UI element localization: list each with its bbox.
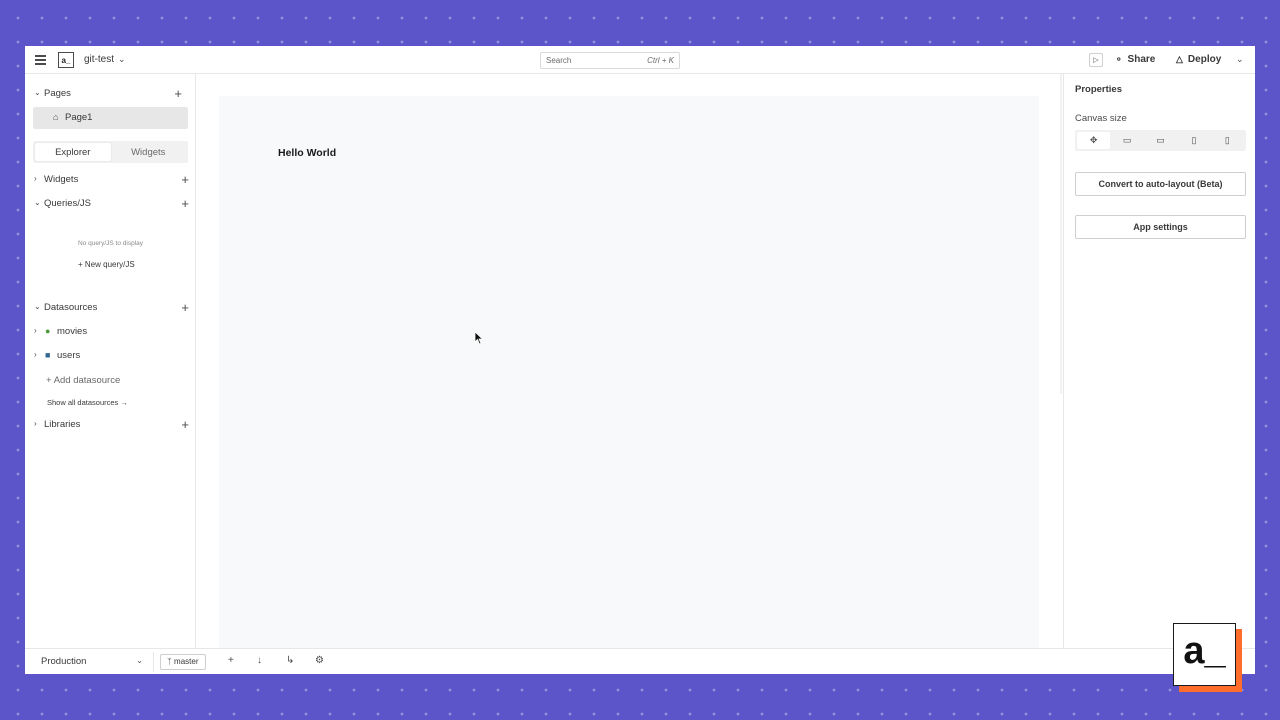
panel-resize-handle[interactable] — [1060, 74, 1062, 394]
tablet-icon[interactable]: ▯ — [1177, 132, 1210, 149]
widgets-label: Widgets — [44, 174, 79, 185]
datasource-item-users[interactable]: › ■ users — [25, 346, 196, 366]
queries-section-header[interactable]: ⌄ Queries/JS + — [25, 194, 196, 214]
datasources-label: Datasources — [44, 302, 98, 313]
add-page-icon[interactable]: + — [174, 86, 182, 101]
empty-queries-message: No query/JS to display — [77, 240, 144, 247]
properties-title: Properties — [1075, 84, 1122, 95]
add-query-icon[interactable]: + — [181, 196, 189, 211]
add-datasource-label: Add datasource — [53, 375, 121, 386]
pull-arrow-down-icon[interactable]: ↓ — [257, 655, 262, 666]
datasource-item-movies[interactable]: › ● movies — [25, 322, 196, 342]
page-label: Page1 — [65, 112, 93, 123]
explorer-widgets-toggle: Explorer Widgets — [33, 141, 188, 163]
mobile-icon[interactable]: ▯ — [1211, 132, 1244, 149]
chevron-right-icon: › — [34, 326, 37, 335]
plus-icon: + — [46, 375, 52, 386]
chevron-down-icon[interactable]: ⌄ — [118, 54, 126, 65]
chevron-down-icon: ⌄ — [136, 656, 143, 665]
app-name[interactable]: git-test — [84, 54, 114, 65]
convert-auto-layout-button[interactable]: Convert to auto-layout (Beta) — [1075, 172, 1246, 196]
datasource-label: users — [57, 350, 81, 361]
share-icon: ⚬ — [1115, 54, 1123, 64]
bottom-bar: Production ⌄ ᛉ master + ↓ ↳ ⚙ p — [25, 648, 1255, 674]
new-query-label: New query/JS — [84, 260, 135, 269]
plus-icon: + — [78, 260, 83, 269]
home-icon: ⌂ — [53, 112, 59, 122]
add-datasource-button[interactable]: + Add datasource — [46, 375, 120, 386]
git-branch-icon: ᛉ — [167, 657, 172, 666]
show-all-label: Show all datasources — [47, 398, 119, 407]
libraries-label: Libraries — [44, 419, 81, 430]
app-canvas[interactable]: Hello World — [219, 96, 1039, 648]
widgets-section-header[interactable]: › Widgets + — [25, 170, 196, 190]
show-all-datasources-link[interactable]: Show all datasources → — [47, 398, 128, 407]
chevron-right-icon: › — [34, 419, 37, 428]
pages-section-header[interactable]: ⌄ Pages + — [25, 84, 196, 104]
tab-explorer[interactable]: Explorer — [35, 143, 111, 161]
tablet-landscape-icon[interactable]: ▭ — [1144, 132, 1177, 149]
deploy-label: Deploy — [1187, 54, 1222, 65]
mouse-cursor-icon — [474, 331, 484, 345]
environment-select[interactable]: Production ⌄ — [33, 653, 148, 670]
branch-button[interactable]: ᛉ master — [160, 654, 206, 670]
share-label: Share — [1127, 54, 1156, 65]
merge-icon[interactable]: ↳ — [286, 655, 294, 666]
app-settings-button[interactable]: App settings — [1075, 215, 1246, 239]
chevron-right-icon: › — [34, 174, 37, 183]
rocket-icon: △ — [1176, 54, 1183, 64]
canvas-area: Hello World — [197, 74, 1062, 648]
arrow-right-icon: → — [120, 398, 128, 407]
watermark-logo: a_ — [1173, 623, 1236, 686]
datasource-label: movies — [57, 326, 88, 337]
search-placeholder: Search — [546, 56, 572, 65]
chevron-right-icon: › — [34, 350, 37, 359]
tab-widgets[interactable]: Widgets — [111, 143, 187, 161]
environment-label: Production — [41, 656, 87, 667]
explorer-sidebar: ⌄ Pages + ⌂ Page1 Explorer Widgets › Wid… — [25, 74, 196, 648]
deploy-button[interactable]: △ Deploy — [1176, 54, 1221, 65]
chevron-down-icon: ⌄ — [34, 88, 41, 97]
postgres-icon: ■ — [45, 350, 51, 360]
new-query-button[interactable]: + New query/JS — [78, 260, 135, 269]
add-library-icon[interactable]: + — [181, 417, 189, 432]
commit-plus-icon[interactable]: + — [228, 655, 234, 666]
datasources-section-header[interactable]: ⌄ Datasources + — [25, 298, 196, 318]
add-datasource-icon[interactable]: + — [181, 300, 189, 315]
add-widget-icon[interactable]: + — [181, 172, 189, 187]
libraries-section-header[interactable]: › Libraries + — [25, 415, 196, 435]
menu-icon[interactable] — [35, 55, 46, 65]
top-header: a_ git-test ⌄ Search Ctrl + K ▷ ⚬ Share … — [25, 46, 1255, 74]
desktop-icon[interactable]: ▭ — [1110, 132, 1143, 149]
share-button[interactable]: ⚬ Share — [1115, 54, 1155, 65]
canvas-size-label: Canvas size — [1075, 113, 1127, 124]
gear-icon[interactable]: ⚙ — [315, 655, 324, 666]
pages-label: Pages — [44, 88, 71, 99]
chevron-down-icon: ⌄ — [34, 198, 41, 207]
play-icon: ▷ — [1093, 57, 1099, 64]
text-widget[interactable]: Hello World — [278, 147, 336, 159]
mongodb-icon: ● — [45, 326, 51, 336]
branch-label: master — [174, 657, 199, 666]
search-shortcut: Ctrl + K — [647, 56, 674, 65]
divider — [153, 652, 154, 672]
search-input[interactable]: Search Ctrl + K — [540, 52, 680, 69]
preview-button[interactable]: ▷ — [1089, 53, 1103, 67]
fluid-icon[interactable]: ✥ — [1077, 132, 1111, 149]
app-window: a_ git-test ⌄ Search Ctrl + K ▷ ⚬ Share … — [25, 46, 1255, 674]
deploy-options-chevron-icon[interactable]: ⌄ — [1236, 54, 1244, 65]
queries-label: Queries/JS — [44, 198, 91, 209]
appsmith-logo[interactable]: a_ — [58, 52, 76, 70]
properties-panel: Properties Canvas size ✥ ▭ ▭ ▯ ▯ Convert… — [1063, 74, 1255, 648]
page-item-page1[interactable]: ⌂ Page1 — [33, 107, 188, 129]
canvas-size-selector: ✥ ▭ ▭ ▯ ▯ — [1075, 130, 1246, 151]
chevron-down-icon: ⌄ — [34, 302, 41, 311]
